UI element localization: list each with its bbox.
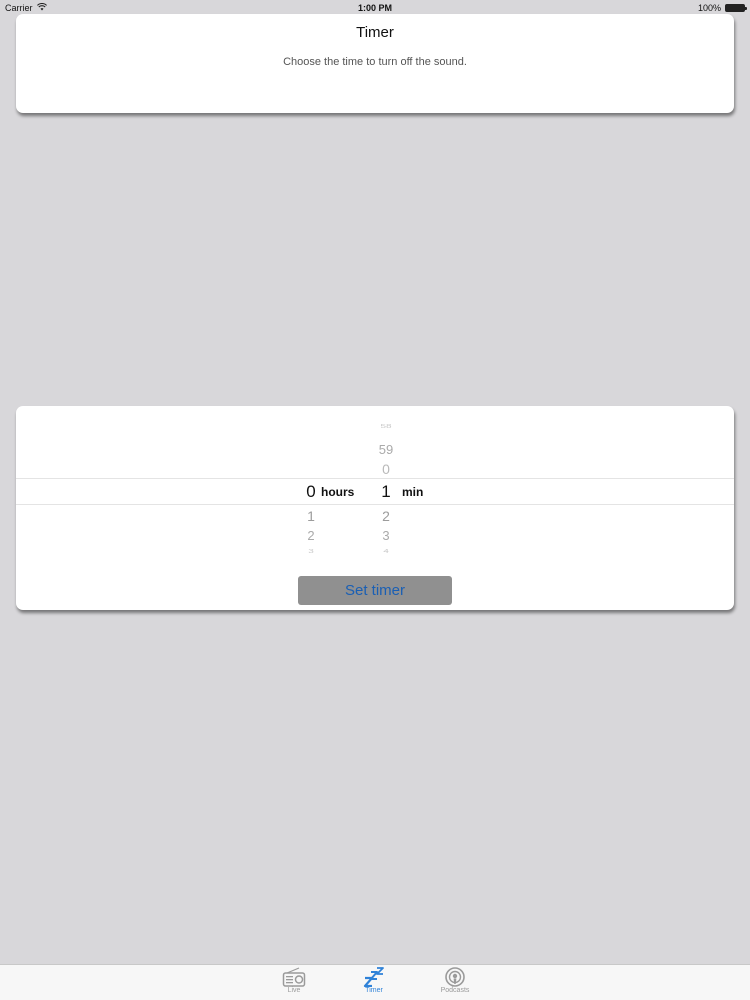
time-picker[interactable]: 0 1 2 3 hours 58 59 0 1 2 3 4 min [16, 420, 734, 560]
tab-live-label: Live [287, 987, 301, 994]
set-timer-button[interactable]: Set timer [298, 576, 452, 605]
podcast-icon [430, 967, 480, 987]
hours-option[interactable]: 3 [291, 549, 331, 555]
battery-percent: 100% [697, 3, 721, 13]
minutes-option[interactable]: 2 [366, 508, 406, 524]
tab-timer-label: Timer [365, 987, 383, 994]
hours-unit-label: hours [321, 485, 355, 499]
hours-option[interactable]: 1 [291, 508, 331, 524]
minutes-option[interactable]: 3 [366, 528, 406, 543]
tab-timer[interactable]: Timer [349, 967, 399, 994]
hours-option[interactable]: 2 [291, 528, 331, 543]
status-right: 100% [697, 3, 747, 13]
radio-icon [269, 967, 319, 987]
minutes-selected-value[interactable]: 1 [366, 482, 406, 502]
tab-podcasts-label: Podcasts [440, 987, 470, 994]
minutes-option[interactable]: 59 [366, 442, 406, 457]
sleep-zzz-icon [349, 967, 399, 987]
header-card: Timer Choose the time to turn off the so… [16, 14, 734, 113]
battery-icon [725, 4, 747, 12]
page-title: Timer [356, 24, 394, 41]
tab-live[interactable]: Live [269, 967, 319, 994]
tab-podcasts[interactable]: Podcasts [430, 967, 480, 994]
minutes-option[interactable]: 58 [366, 424, 406, 430]
tab-bar: Live Timer Podcasts [0, 964, 750, 1000]
minutes-option[interactable]: 0 [366, 461, 406, 477]
minutes-unit-label: min [402, 485, 424, 499]
page-subtitle: Choose the time to turn off the sound. [283, 56, 467, 68]
status-time: 1:00 PM [357, 3, 392, 13]
minutes-option[interactable]: 4 [366, 549, 406, 555]
minutes-wheel[interactable]: 58 59 0 1 2 3 4 [366, 420, 406, 560]
timer-picker-card: 0 1 2 3 hours 58 59 0 1 2 3 4 min Set ti… [16, 406, 734, 610]
